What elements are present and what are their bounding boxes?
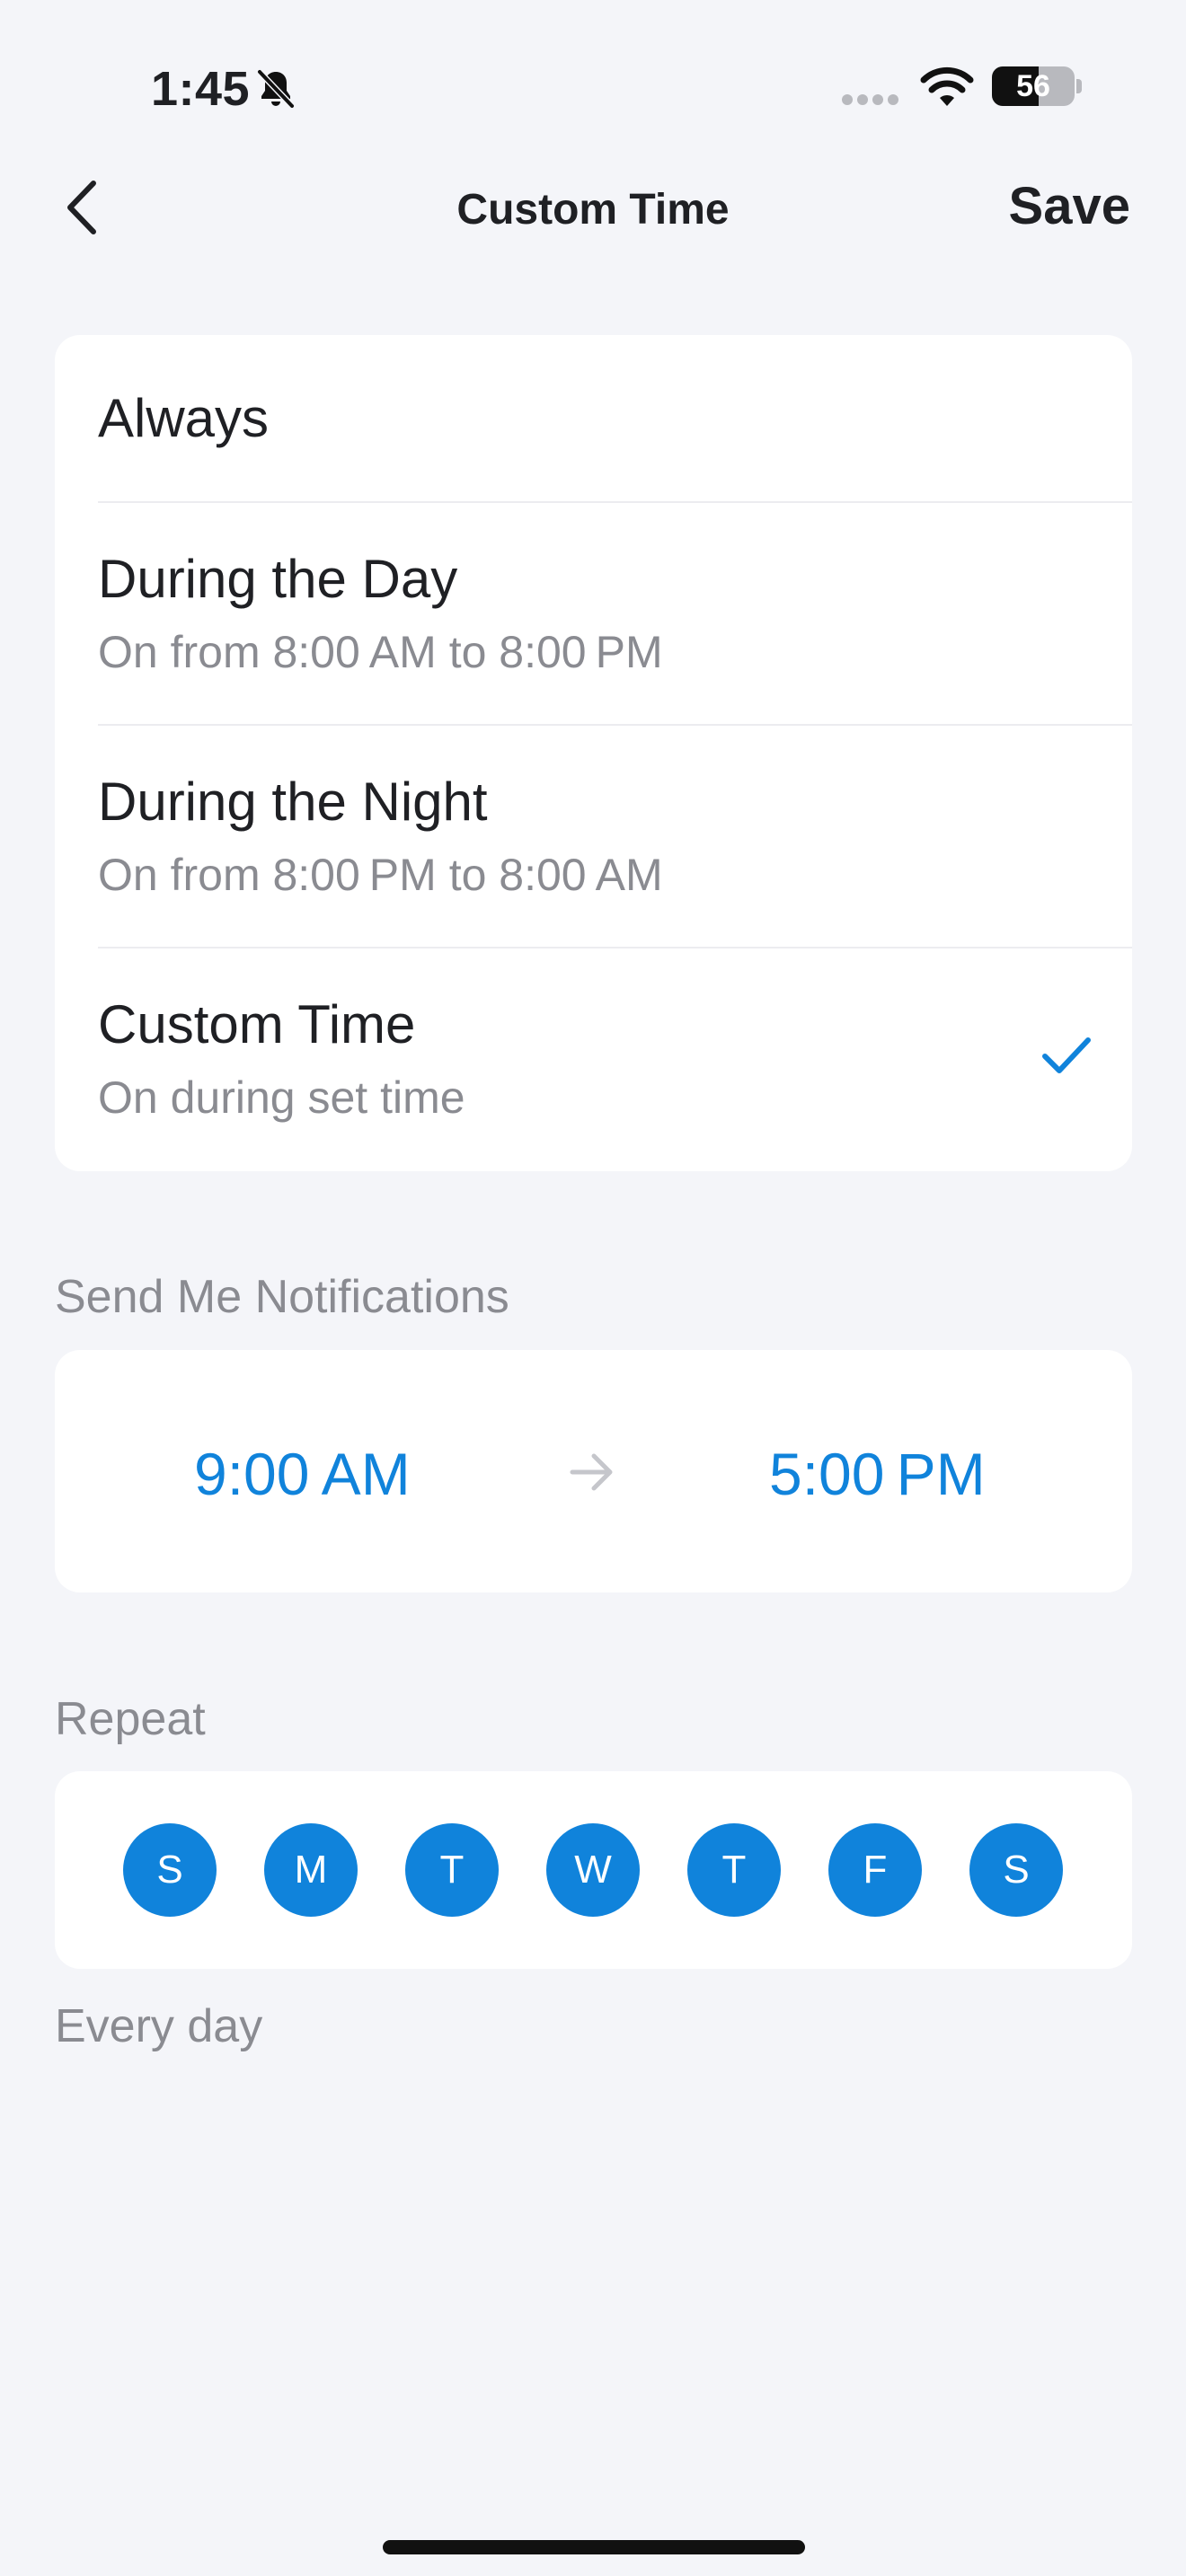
mode-option-always[interactable]: Always [55,335,1132,503]
battery-cap [1076,79,1082,93]
mode-option-custom[interactable]: Custom Time On during set time [55,948,1132,1171]
repeat-section-label: Repeat [55,1693,206,1745]
day-toggle-sunday[interactable]: S [123,1823,217,1917]
mode-option-day[interactable]: During the Day On from 8:00 AM to 8:00 P… [55,503,1132,726]
arrow-right-icon [570,1453,613,1491]
day-toggle-monday[interactable]: M [264,1823,358,1917]
signal-dots-icon [842,94,898,105]
notifications-section-label: Send Me Notifications [55,1271,509,1323]
day-toggle-friday[interactable]: F [828,1823,922,1917]
mode-option-title: During the Day [98,549,458,609]
mode-option-subtitle: On during set time [98,1072,465,1123]
day-toggle-tuesday[interactable]: T [405,1823,499,1917]
time-range-card: 9:00 AM 5:00 PM [55,1350,1132,1592]
repeat-days-card: S M T W T F S [55,1771,1132,1969]
battery-icon: 56 [992,66,1075,106]
mode-option-title: Always [98,388,270,448]
mode-option-night[interactable]: During the Night On from 8:00 PM to 8:00… [55,726,1132,948]
status-bar: 1:45 56 [0,0,1186,144]
end-time-button[interactable]: 5:00 PM [769,1440,986,1508]
start-time-button[interactable]: 9:00 AM [194,1440,411,1508]
mode-option-title: Custom Time [98,994,416,1054]
repeat-summary: Every day [55,2000,263,2052]
mode-options-card: Always During the Day On from 8:00 AM to… [55,335,1132,1171]
wifi-icon [920,66,974,106]
mode-option-subtitle: On from 8:00 AM to 8:00 PM [98,627,663,677]
status-time: 1:45 [151,62,251,116]
day-toggle-thursday[interactable]: T [687,1823,781,1917]
day-toggle-saturday[interactable]: S [969,1823,1063,1917]
battery-level: 56 [1016,69,1050,103]
save-button[interactable]: Save [1009,176,1130,236]
mode-option-subtitle: On from 8:00 PM to 8:00 AM [98,850,663,900]
custom-time-screen: 1:45 56 Custom Time Save Always During t… [0,0,1186,2576]
day-toggle-wednesday[interactable]: W [546,1823,640,1917]
bell-slash-icon [257,69,295,109]
home-indicator [383,2540,805,2554]
checkmark-icon [1042,1037,1091,1073]
mode-option-title: During the Night [98,772,488,832]
